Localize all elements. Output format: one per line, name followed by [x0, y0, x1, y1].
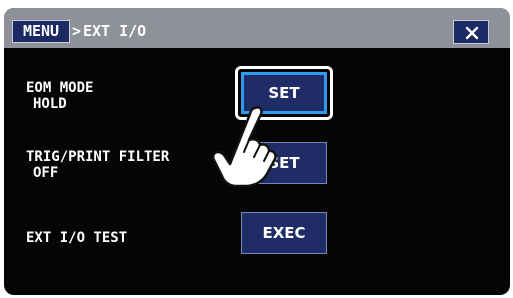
screen: MENU > EXT I/O EOM MODE HOLD SET TRIG/PR…	[0, 0, 513, 298]
close-icon	[465, 26, 479, 40]
trig-print-filter-label: TRIG/PRINT FILTER OFF	[26, 149, 169, 181]
pointing-hand-icon	[211, 106, 277, 188]
device-display: MENU > EXT I/O EOM MODE HOLD SET TRIG/PR…	[4, 8, 510, 295]
ext-io-test-title: EXT I/O TEST	[26, 230, 128, 246]
eom-mode-value: HOLD	[33, 96, 67, 112]
trig-print-filter-title: TRIG/PRINT FILTER	[26, 149, 170, 165]
menu-button[interactable]: MENU	[12, 20, 70, 43]
breadcrumb-separator: >	[72, 22, 82, 40]
eom-mode-title: EOM MODE	[26, 80, 94, 96]
page-title: EXT I/O	[83, 22, 147, 40]
ext-io-test-label: EXT I/O TEST	[26, 230, 127, 246]
eom-mode-label: EOM MODE HOLD	[26, 80, 93, 112]
trig-print-filter-value: OFF	[33, 165, 59, 181]
title-bar: MENU > EXT I/O	[4, 8, 510, 48]
close-button[interactable]	[453, 20, 489, 44]
ext-io-test-exec-button[interactable]: EXEC	[241, 212, 327, 254]
